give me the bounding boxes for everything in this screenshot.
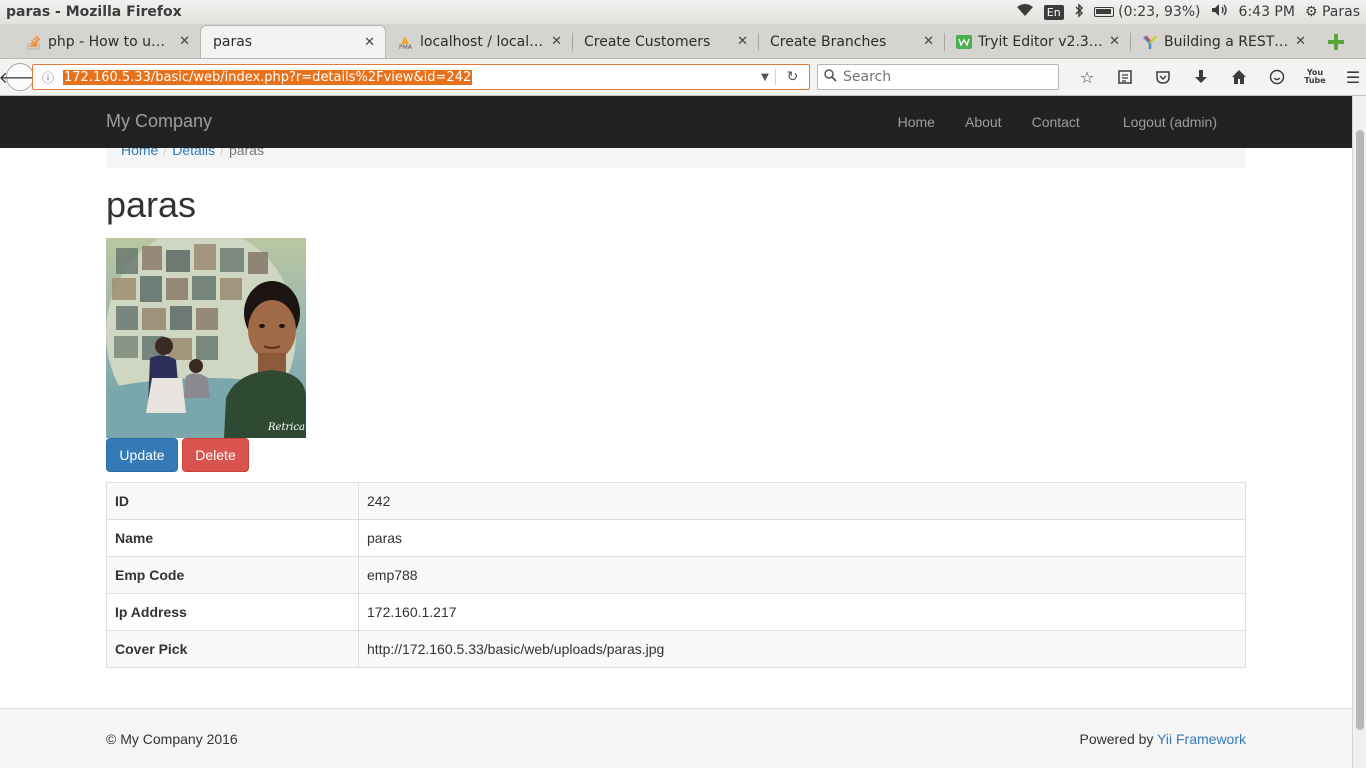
tab-create-customers[interactable]: Create Customers ✕: [572, 25, 758, 58]
url-history-dropdown-icon[interactable]: ▼: [755, 72, 775, 83]
delete-button[interactable]: Delete: [182, 438, 249, 472]
tab-label: Create Branches: [770, 33, 887, 50]
tab-bar: php - How to upl… ✕ paras ✕ PMA localhos…: [0, 24, 1366, 59]
row-label: Cover Pick: [106, 630, 359, 668]
url-text[interactable]: 172.160.5.33/basic/web/index.php?r=detai…: [63, 69, 473, 85]
gear-icon: ⚙: [1304, 4, 1318, 20]
window-title: paras - Mozilla Firefox: [6, 4, 182, 20]
table-row: Name paras: [106, 519, 1246, 557]
powered-by-text: Powered by: [1079, 731, 1154, 747]
tab-label: Building a REST …: [1164, 33, 1290, 50]
reload-icon[interactable]: ↻: [775, 69, 809, 85]
reading-list-icon[interactable]: [1106, 64, 1144, 90]
navigation-toolbar: 🡐 ⓘ 172.160.5.33/basic/web/index.php?r=d…: [0, 59, 1366, 96]
pocket-icon[interactable]: [1144, 64, 1182, 90]
stackoverflow-icon: [26, 34, 42, 50]
row-label: Emp Code: [106, 556, 359, 594]
row-label: Name: [106, 519, 359, 557]
tab-create-branches[interactable]: Create Branches ✕: [758, 25, 944, 58]
new-tab-button[interactable]: [1316, 25, 1356, 58]
phpmyadmin-icon: PMA: [398, 34, 414, 50]
tab-label: localhost / local…: [420, 33, 544, 50]
table-row: Cover Pick http://172.160.5.33/basic/web…: [106, 630, 1246, 668]
wifi-icon[interactable]: [1016, 3, 1034, 21]
close-icon[interactable]: ✕: [364, 35, 375, 50]
photo-watermark: Retrica: [267, 422, 305, 433]
footer-powered-by: Powered by Yii Framework: [1079, 731, 1246, 747]
w3schools-icon: [956, 34, 972, 50]
plus-icon: [1328, 33, 1344, 50]
row-value: 172.160.1.217: [358, 593, 1246, 631]
site-navbar: My Company Home About Contact Logout (ad…: [0, 96, 1352, 148]
hello-chat-icon[interactable]: [1258, 64, 1296, 90]
close-icon[interactable]: ✕: [551, 34, 562, 49]
site-footer: © My Company 2016 Powered by Yii Framewo…: [0, 708, 1352, 768]
bookmark-star-icon[interactable]: ☆: [1068, 64, 1106, 90]
page-viewport: My Company Home About Contact Logout (ad…: [0, 96, 1352, 768]
search-bar[interactable]: [817, 64, 1059, 90]
svg-text:PMA: PMA: [399, 44, 413, 50]
update-button[interactable]: Update: [106, 438, 178, 472]
toolbar-icons: ☆ You Tube ☰: [1068, 64, 1366, 90]
row-label: ID: [106, 482, 359, 520]
battery-icon: [1093, 7, 1114, 17]
battery-indicator[interactable]: (0:23, 93%): [1093, 4, 1201, 20]
close-icon[interactable]: ✕: [923, 34, 934, 49]
row-value: paras: [358, 519, 1246, 557]
nav-contact-link[interactable]: Contact: [1017, 114, 1095, 130]
site-brand[interactable]: My Company: [106, 111, 212, 132]
close-icon[interactable]: ✕: [179, 34, 190, 49]
close-icon[interactable]: ✕: [737, 34, 748, 49]
bluetooth-icon[interactable]: [1074, 2, 1084, 22]
nav-logout-link[interactable]: Logout (admin): [1108, 114, 1232, 130]
search-input[interactable]: [843, 69, 1043, 85]
nav-home-link[interactable]: Home: [883, 114, 950, 130]
row-label: Ip Address: [106, 593, 359, 631]
session-user: Paras: [1321, 4, 1360, 20]
search-icon: [824, 68, 837, 86]
tab-phpmyadmin[interactable]: PMA localhost / local… ✕: [386, 25, 572, 58]
home-icon[interactable]: [1220, 64, 1258, 90]
download-icon[interactable]: [1182, 64, 1220, 90]
tab-label: php - How to upl…: [48, 33, 174, 50]
yii-framework-link[interactable]: Yii Framework: [1157, 731, 1246, 747]
tab-building-rest[interactable]: Building a REST … ✕: [1130, 25, 1316, 58]
detail-view-table: ID 242 Name paras Emp Code emp788 Ip Add…: [106, 482, 1246, 668]
keyboard-layout-indicator[interactable]: En: [1043, 4, 1064, 20]
nav-about-link[interactable]: About: [950, 114, 1017, 130]
row-value: emp788: [358, 556, 1246, 594]
row-value: 242: [358, 482, 1246, 520]
table-row: ID 242: [106, 482, 1246, 520]
session-menu[interactable]: ⚙ Paras: [1305, 4, 1360, 20]
clock[interactable]: 6:43 PM: [1239, 4, 1295, 20]
os-top-panel: paras - Mozilla Firefox En (0:23, 93%) 6…: [0, 0, 1366, 24]
tab-label: Create Customers: [584, 33, 711, 50]
footer-copyright: © My Company 2016: [106, 731, 238, 747]
site-nav-links: Home About Contact Logout (admin): [883, 96, 1232, 148]
info-icon[interactable]: ⓘ: [33, 69, 63, 86]
cover-photo: Retrica: [106, 238, 306, 438]
battery-text: (0:23, 93%): [1118, 4, 1201, 20]
os-indicators: En (0:23, 93%) 6:43 PM ⚙ Paras: [1006, 2, 1366, 22]
close-icon[interactable]: ✕: [1109, 34, 1120, 49]
hamburger-menu-icon[interactable]: ☰: [1334, 64, 1366, 90]
scrollbar-thumb[interactable]: [1356, 130, 1364, 730]
back-button[interactable]: 🡐: [0, 63, 41, 91]
youtube-icon[interactable]: You Tube: [1296, 64, 1334, 90]
url-bar[interactable]: ⓘ 172.160.5.33/basic/web/index.php?r=det…: [32, 64, 810, 90]
tab-label: paras: [213, 34, 253, 50]
yii-icon: [1142, 34, 1158, 50]
page-title: paras: [106, 184, 197, 225]
table-row: Emp Code emp788: [106, 556, 1246, 594]
volume-icon[interactable]: [1211, 3, 1229, 21]
tab-stackoverflow[interactable]: php - How to upl… ✕: [14, 25, 200, 58]
page-scrollbar[interactable]: [1352, 96, 1366, 768]
table-row: Ip Address 172.160.1.217: [106, 593, 1246, 631]
tab-label: Tryit Editor v2.3 …: [978, 33, 1104, 50]
tab-paras[interactable]: paras ✕: [200, 25, 386, 58]
close-icon[interactable]: ✕: [1295, 34, 1306, 49]
row-value: http://172.160.5.33/basic/web/uploads/pa…: [358, 630, 1246, 668]
tab-tryit-editor[interactable]: Tryit Editor v2.3 … ✕: [944, 25, 1130, 58]
